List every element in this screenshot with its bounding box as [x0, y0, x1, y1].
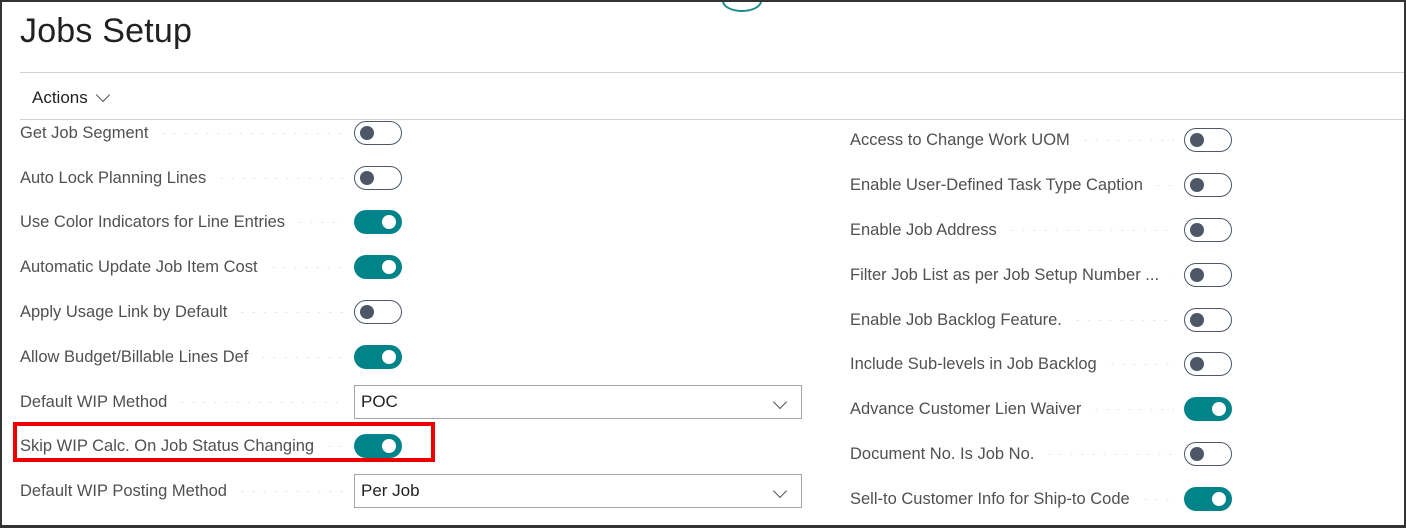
leader-dots [267, 266, 344, 268]
toggle-switch[interactable] [354, 166, 402, 190]
field-label: Enable Job Backlog Feature. [850, 310, 1062, 329]
toggle-switch[interactable] [354, 210, 402, 234]
leader-dots [258, 356, 344, 358]
field-automatic-update-job-item-cost: Automatic Update Job Item Cost [20, 252, 402, 282]
progress-indicator-icon [722, 2, 762, 12]
toggle-switch[interactable] [354, 255, 402, 279]
field-label: Default WIP Method [20, 392, 168, 411]
toggle-switch[interactable] [1184, 218, 1232, 242]
field-allow-budget-billable-lines-def: Allow Budget/Billable Lines Def [20, 342, 402, 372]
toggle-switch[interactable] [1184, 263, 1232, 287]
toggle-switch[interactable] [1184, 352, 1232, 376]
field-label: Auto Lock Planning Lines [20, 168, 207, 187]
field-label: Sell-to Customer Info for Ship-to Code [850, 489, 1130, 508]
actions-menu-button[interactable]: Actions [32, 87, 110, 108]
leader-dots [1071, 319, 1174, 321]
leader-dots [236, 490, 344, 492]
title-divider [20, 72, 1404, 73]
field-include-sub-levels-in-job-backlog: Include Sub-levels in Job Backlog [850, 349, 1232, 379]
field-label: Use Color Indicators for Line Entries [20, 212, 286, 231]
field-label: Default WIP Posting Method [20, 481, 227, 500]
field-label: Advance Customer Lien Waiver [850, 399, 1082, 418]
leader-dots [1139, 498, 1174, 500]
dropdown-value: Per Job [361, 481, 420, 500]
highlight-box [13, 422, 435, 462]
toggle-switch[interactable] [1184, 397, 1232, 421]
field-label: Get Job Segment [20, 123, 149, 142]
leader-dots [1106, 363, 1174, 365]
leader-dots [1152, 184, 1174, 186]
field-default-wip-method: Default WIP Method POC [20, 385, 802, 419]
field-label: Enable Job Address [850, 220, 997, 239]
jobs-setup-page: Jobs Setup Actions Get Job Segment Auto L… [0, 0, 1406, 528]
field-access-to-change-work-uom: Access to Change Work UOM [850, 125, 1232, 155]
field-label: Apply Usage Link by Default [20, 302, 228, 321]
field-enable-job-backlog-feature: Enable Job Backlog Feature. [850, 305, 1232, 335]
toggle-switch[interactable] [354, 345, 402, 369]
field-filter-job-list-as-per-job-setup-number: Filter Job List as per Job Setup Number … [850, 260, 1232, 290]
toggle-switch[interactable] [1184, 128, 1232, 152]
field-sell-to-customer-info-for-ship-to-code: Sell-to Customer Info for Ship-to Code [850, 484, 1232, 514]
chevron-down-icon [772, 394, 788, 410]
toggle-switch[interactable] [1184, 442, 1232, 466]
toggle-switch[interactable] [1184, 173, 1232, 197]
leader-dots [237, 311, 344, 313]
dropdown-value: POC [361, 392, 398, 411]
leader-dots [177, 401, 344, 403]
leader-dots [1006, 229, 1174, 231]
chevron-down-icon [772, 483, 788, 499]
page-title: Jobs Setup [20, 12, 193, 50]
toggle-switch[interactable] [354, 121, 402, 145]
field-enable-user-defined-task-type-caption: Enable User-Defined Task Type Caption [850, 170, 1232, 200]
toggle-switch[interactable] [1184, 487, 1232, 511]
field-enable-job-address: Enable Job Address [850, 215, 1232, 245]
field-get-job-segment: Get Job Segment [20, 118, 402, 148]
field-label: Include Sub-levels in Job Backlog [850, 354, 1097, 373]
leader-dots [1091, 408, 1174, 410]
leader-dots [158, 132, 344, 134]
dropdown-select[interactable]: POC [354, 385, 802, 419]
field-label: Document No. Is Job No. [850, 444, 1035, 463]
leader-dots [295, 221, 344, 223]
leader-dots [216, 177, 344, 179]
field-default-wip-posting-method: Default WIP Posting Method Per Job [20, 474, 802, 508]
dropdown-select[interactable]: Per Job [354, 474, 802, 508]
field-document-no-is-job-no: Document No. Is Job No. [850, 439, 1232, 469]
chevron-down-icon [95, 87, 110, 103]
field-label: Enable User-Defined Task Type Caption [850, 175, 1143, 194]
toggle-switch[interactable] [354, 300, 402, 324]
field-label: Filter Job List as per Job Setup Number … [850, 265, 1160, 284]
field-auto-lock-planning-lines: Auto Lock Planning Lines [20, 163, 402, 193]
actions-label: Actions [32, 88, 88, 107]
field-label: Automatic Update Job Item Cost [20, 257, 258, 276]
leader-dots [1044, 453, 1174, 455]
leader-dots [1079, 139, 1174, 141]
toggle-switch[interactable] [1184, 308, 1232, 332]
field-label: Access to Change Work UOM [850, 130, 1070, 149]
leader-dots [1169, 274, 1174, 276]
field-advance-customer-lien-waiver: Advance Customer Lien Waiver [850, 394, 1232, 424]
field-label: Allow Budget/Billable Lines Def [20, 347, 249, 366]
field-apply-usage-link-by-default: Apply Usage Link by Default [20, 297, 402, 327]
field-use-color-indicators-for-line-entries: Use Color Indicators for Line Entries [20, 207, 402, 237]
